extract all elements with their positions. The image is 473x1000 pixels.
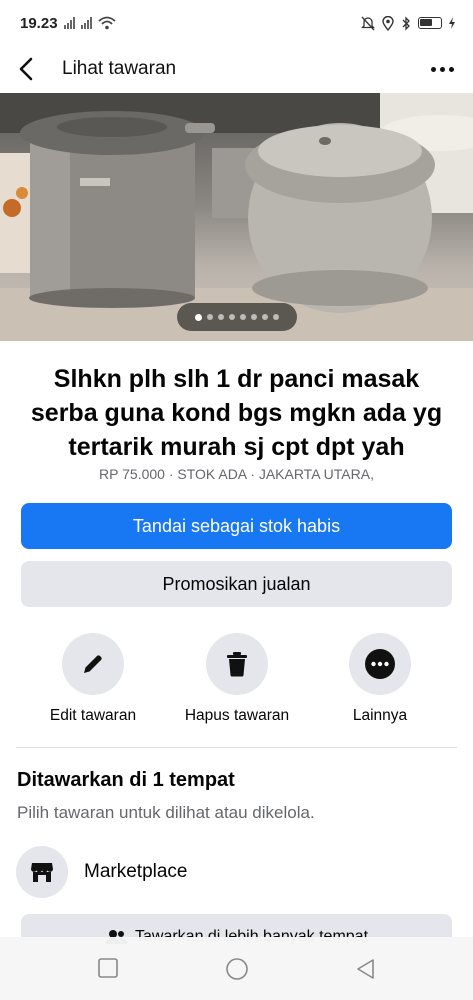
app-header: Lihat tawaran xyxy=(0,46,473,92)
status-bar: 19.23 xyxy=(0,0,473,46)
pager-dot[interactable] xyxy=(229,314,235,320)
photo-pager[interactable] xyxy=(177,303,297,331)
pager-dot[interactable] xyxy=(273,314,279,320)
battery-icon xyxy=(418,17,442,29)
edit-circle xyxy=(62,633,124,695)
delete-circle xyxy=(206,633,268,695)
offered-subtitle: Pilih tawaran untuk dilihat atau dikelol… xyxy=(17,803,315,822)
listing-title: Slhkn plh slh 1 dr panci masak serba gun… xyxy=(30,365,443,461)
promote-button[interactable]: Promosikan jualan xyxy=(21,561,452,607)
more-actions-button[interactable]: Lainnya xyxy=(310,633,450,725)
marketplace-row[interactable]: Marketplace xyxy=(16,846,457,898)
listing-actions: Edit tawaran Hapus tawaran Lainnya xyxy=(0,633,473,733)
bluetooth-icon xyxy=(402,15,410,31)
location-icon xyxy=(382,15,394,31)
bell-off-icon xyxy=(361,16,375,30)
recents-button[interactable] xyxy=(98,958,118,983)
more-circle-icon xyxy=(365,649,395,679)
pager-dot[interactable] xyxy=(240,314,246,320)
triangle-back-icon xyxy=(357,959,374,979)
more-dot xyxy=(448,66,454,72)
signal-1-icon xyxy=(63,17,75,29)
pager-dot[interactable] xyxy=(207,314,213,320)
pager-dot[interactable] xyxy=(262,314,268,320)
back-button[interactable] xyxy=(18,53,50,85)
more-circle xyxy=(349,633,411,695)
status-right xyxy=(361,15,455,31)
more-actions-label: Lainnya xyxy=(352,707,408,724)
edit-listing-button[interactable]: Edit tawaran xyxy=(23,633,163,725)
section-divider xyxy=(16,747,457,748)
edit-listing-label: Edit tawaran xyxy=(49,707,137,724)
back-chevron-icon xyxy=(19,57,33,81)
offered-title: Ditawarkan di 1 tempat xyxy=(17,769,235,791)
more-dots-icon xyxy=(430,66,436,72)
pager-dot[interactable] xyxy=(195,313,202,321)
signal-2-icon xyxy=(80,17,92,29)
pencil-icon xyxy=(84,655,102,673)
system-nav-bar xyxy=(0,937,473,1000)
back-nav-button[interactable] xyxy=(355,958,375,985)
page-title: Lihat tawaran xyxy=(62,58,177,79)
marketplace-label: Marketplace xyxy=(84,861,188,882)
trash-icon xyxy=(227,652,247,677)
shop-icon xyxy=(31,863,53,882)
mark-sold-button[interactable]: Tandai sebagai stok habis xyxy=(21,503,452,549)
circle-icon xyxy=(226,958,248,980)
pager-dot[interactable] xyxy=(218,314,224,320)
more-dot xyxy=(439,66,445,72)
status-left: 19.23 xyxy=(20,15,116,32)
charging-icon xyxy=(449,17,455,29)
delete-listing-label: Hapus tawaran xyxy=(184,707,290,724)
square-icon xyxy=(98,958,118,978)
wifi-icon xyxy=(97,16,116,30)
home-button[interactable] xyxy=(225,958,249,985)
status-time: 19.23 xyxy=(20,14,58,32)
delete-listing-button[interactable]: Hapus tawaran xyxy=(167,633,307,725)
listing-meta: RP 75.000 · STOK ADA · JAKARTA UTARA, xyxy=(99,466,374,482)
marketplace-icon-circle xyxy=(16,846,68,898)
pager-dot[interactable] xyxy=(251,314,257,320)
more-options-button[interactable] xyxy=(425,54,459,84)
